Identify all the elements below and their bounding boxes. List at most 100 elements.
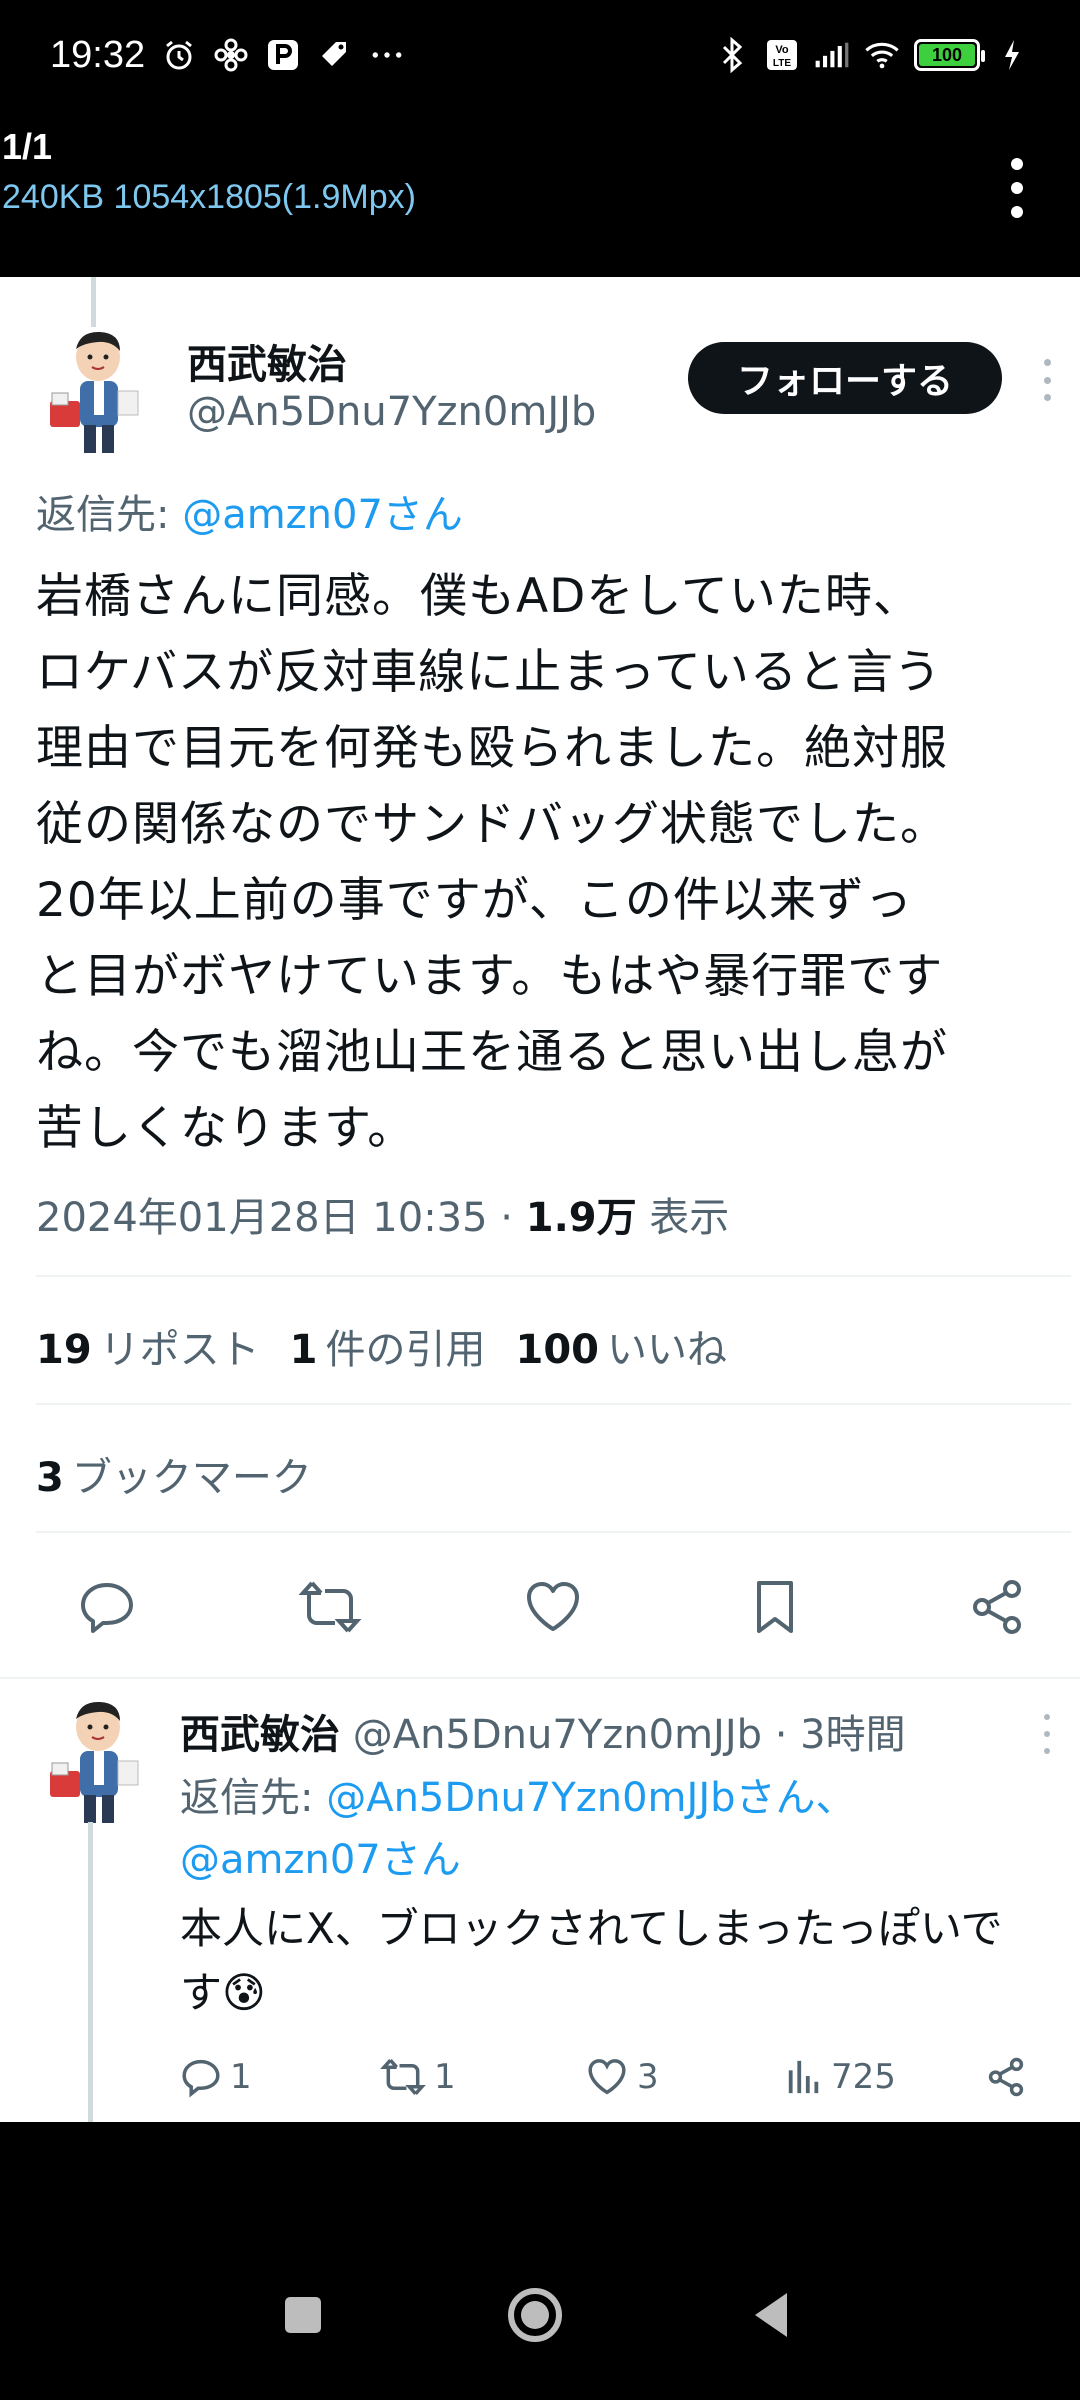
quotes-count: 1 bbox=[289, 1327, 318, 1373]
tweet-body: 岩橋さんに同感。僕もADをしていた時、 ロケバスが反対車線に止まっていると言う … bbox=[36, 559, 1066, 1167]
reply-mention-link[interactable]: @amzn07さん bbox=[182, 492, 463, 538]
views-count: 1.9万 bbox=[525, 1195, 637, 1241]
reply-time: · 3時間 bbox=[762, 1712, 906, 1758]
system-icons: Vo LTE 100 bbox=[714, 37, 1030, 73]
reply-mention-link[interactable]: @An5Dnu7Yzn0mJJbさん、 bbox=[326, 1775, 855, 1821]
author-name[interactable]: 西武敏治 bbox=[187, 332, 347, 390]
bookmarks-count: 3 bbox=[36, 1455, 64, 1501]
follow-button[interactable]: フォローする bbox=[688, 342, 1002, 414]
reply-body: 本人にX、ブロックされてしまったっぽいで す😰 bbox=[180, 1897, 1060, 2025]
bookmarks-stat[interactable]: 3 ブックマーク bbox=[36, 1445, 312, 1503]
avatar[interactable] bbox=[40, 327, 150, 457]
back-icon[interactable] bbox=[736, 2280, 806, 2350]
parking-icon bbox=[265, 37, 301, 73]
reply-icon[interactable] bbox=[72, 1572, 142, 1642]
divider bbox=[36, 1403, 1071, 1405]
image-viewer-header: 1/1 240KB 1054x1805(1.9Mpx) bbox=[0, 118, 1080, 268]
reply-header: 西武敏治 @An5Dnu7Yzn0mJJb · 3時間 bbox=[180, 1702, 906, 1760]
wifi-icon bbox=[864, 37, 900, 73]
tweet-body-line: 20年以上前の事ですが、この件以来ずっ bbox=[36, 873, 913, 928]
reposts-count: 19 bbox=[36, 1327, 92, 1373]
tweet-screenshot: 西武敏治 @An5Dnu7Yzn0mJJb フォローする 返信先: @amzn0… bbox=[0, 277, 1080, 2122]
quotes-stat[interactable]: 1 件の引用 bbox=[290, 1317, 486, 1375]
reply-views-button[interactable]: 725 bbox=[785, 2047, 896, 2107]
navigation-bar bbox=[0, 2240, 1080, 2400]
svg-text:LTE: LTE bbox=[773, 58, 791, 69]
tag-icon bbox=[317, 37, 353, 73]
tweet-body-line: と目がボヤけています。もはや暴行罪です bbox=[36, 949, 944, 1004]
views-count: 725 bbox=[831, 2057, 896, 2097]
reply-count: 1 bbox=[230, 2057, 252, 2097]
like-count: 3 bbox=[637, 2057, 659, 2097]
anxious-face-emoji: 😰 bbox=[222, 1968, 266, 2017]
likes-label: いいね bbox=[607, 1327, 728, 1373]
tweet-body-line: 苦しくなります。 bbox=[36, 1101, 416, 1156]
divider bbox=[36, 1531, 1071, 1533]
divider bbox=[36, 1275, 1071, 1277]
reply-share-button[interactable] bbox=[985, 2047, 1027, 2107]
like-icon[interactable] bbox=[518, 1572, 588, 1642]
tweet-body-line: 岩橋さんに同感。僕もADをしていた時、 bbox=[36, 569, 921, 624]
reply-to-line: 返信先: @An5Dnu7Yzn0mJJbさん、 @amzn07さん bbox=[180, 1767, 1060, 1891]
reply-body-text: す bbox=[180, 1968, 223, 2017]
share-icon[interactable] bbox=[962, 1572, 1032, 1642]
tweet-body-line: 従の関係なのでサンドバッグ状態でした。 bbox=[36, 797, 948, 852]
charging-icon bbox=[994, 37, 1030, 73]
views-icon bbox=[788, 2060, 819, 2094]
reposts-label: リポスト bbox=[99, 1327, 260, 1373]
pinwheel-icon bbox=[213, 37, 249, 73]
reposts-stat[interactable]: 19 リポスト bbox=[36, 1317, 260, 1375]
reply-mention-link[interactable]: @amzn07さん bbox=[180, 1837, 461, 1883]
tweet-body-line: ね。今でも溜池山王を通ると思い出し息が bbox=[36, 1025, 948, 1080]
reply-reply-button[interactable]: 1 bbox=[180, 2047, 252, 2107]
tweet-body-line: ロケバスが反対車線に止まっていると言う bbox=[36, 645, 942, 700]
reply-body-line: す😰 bbox=[180, 1961, 1060, 2025]
action-bar bbox=[0, 1572, 1080, 1662]
timestamp-row: 2024年01月28日 10:35 · 1.9万 表示 bbox=[36, 1185, 729, 1243]
reply-icon bbox=[182, 2059, 220, 2098]
volte-icon: Vo LTE bbox=[764, 37, 800, 73]
bluetooth-icon bbox=[714, 37, 750, 73]
more-dots-icon bbox=[369, 37, 405, 73]
reply-avatar[interactable] bbox=[40, 1697, 150, 1827]
author-handle[interactable]: @An5Dnu7Yzn0mJJb bbox=[187, 389, 596, 435]
engagement-stats: 19 リポスト 1 件の引用 100 いいね bbox=[36, 1317, 727, 1375]
reply-to-line: 返信先: @amzn07さん bbox=[36, 482, 463, 540]
status-bar: 19:32 Vo LTE 100 bbox=[0, 0, 1080, 110]
overflow-menu-icon[interactable] bbox=[1002, 158, 1032, 218]
reply-more-options-icon[interactable] bbox=[1042, 1714, 1052, 1754]
quotes-label: 件の引用 bbox=[325, 1327, 486, 1373]
repost-icon bbox=[380, 2059, 426, 2095]
reply-author-name[interactable]: 西武敏治 bbox=[180, 1712, 340, 1758]
recents-icon[interactable] bbox=[268, 2280, 338, 2350]
timestamp[interactable]: 2024年01月28日 10:35 · bbox=[36, 1195, 526, 1241]
bookmark-icon[interactable] bbox=[740, 1572, 810, 1642]
reply-repost-button[interactable]: 1 bbox=[380, 2047, 456, 2107]
divider bbox=[0, 1677, 1080, 1679]
image-counter: 1/1 bbox=[2, 126, 53, 167]
reply-like-button[interactable]: 3 bbox=[585, 2047, 659, 2107]
bookmarks-label: ブックマーク bbox=[71, 1455, 312, 1501]
reply-to-prefix: 返信先: bbox=[180, 1775, 327, 1821]
home-icon[interactable] bbox=[500, 2280, 570, 2350]
reply-to-prefix: 返信先: bbox=[36, 492, 183, 538]
like-icon bbox=[588, 2059, 626, 2095]
repost-count: 1 bbox=[434, 2057, 456, 2097]
alarm-icon bbox=[161, 37, 197, 73]
status-time: 19:32 bbox=[50, 33, 146, 76]
reply-author-handle[interactable]: @An5Dnu7Yzn0mJJb bbox=[353, 1712, 762, 1758]
reply-action-bar: 1 1 3 725 bbox=[180, 2047, 1050, 2107]
thread-line bbox=[91, 277, 96, 327]
likes-count: 100 bbox=[515, 1327, 600, 1373]
svg-text:Vo: Vo bbox=[775, 44, 789, 56]
battery-level: 100 bbox=[919, 44, 975, 66]
likes-stat[interactable]: 100 いいね bbox=[516, 1317, 728, 1375]
more-options-icon[interactable] bbox=[1042, 359, 1052, 401]
thread-line bbox=[88, 1822, 93, 2122]
image-meta: 240KB 1054x1805(1.9Mpx) bbox=[2, 178, 416, 216]
reply-body-line: 本人にX、ブロックされてしまったっぽいで bbox=[180, 1904, 1003, 1953]
tweet-body-line: 理由で目元を何発も殴られました。絶対服 bbox=[36, 721, 948, 776]
repost-icon[interactable] bbox=[295, 1572, 365, 1642]
share-icon bbox=[988, 2057, 1024, 2097]
signal-icon bbox=[814, 37, 850, 73]
